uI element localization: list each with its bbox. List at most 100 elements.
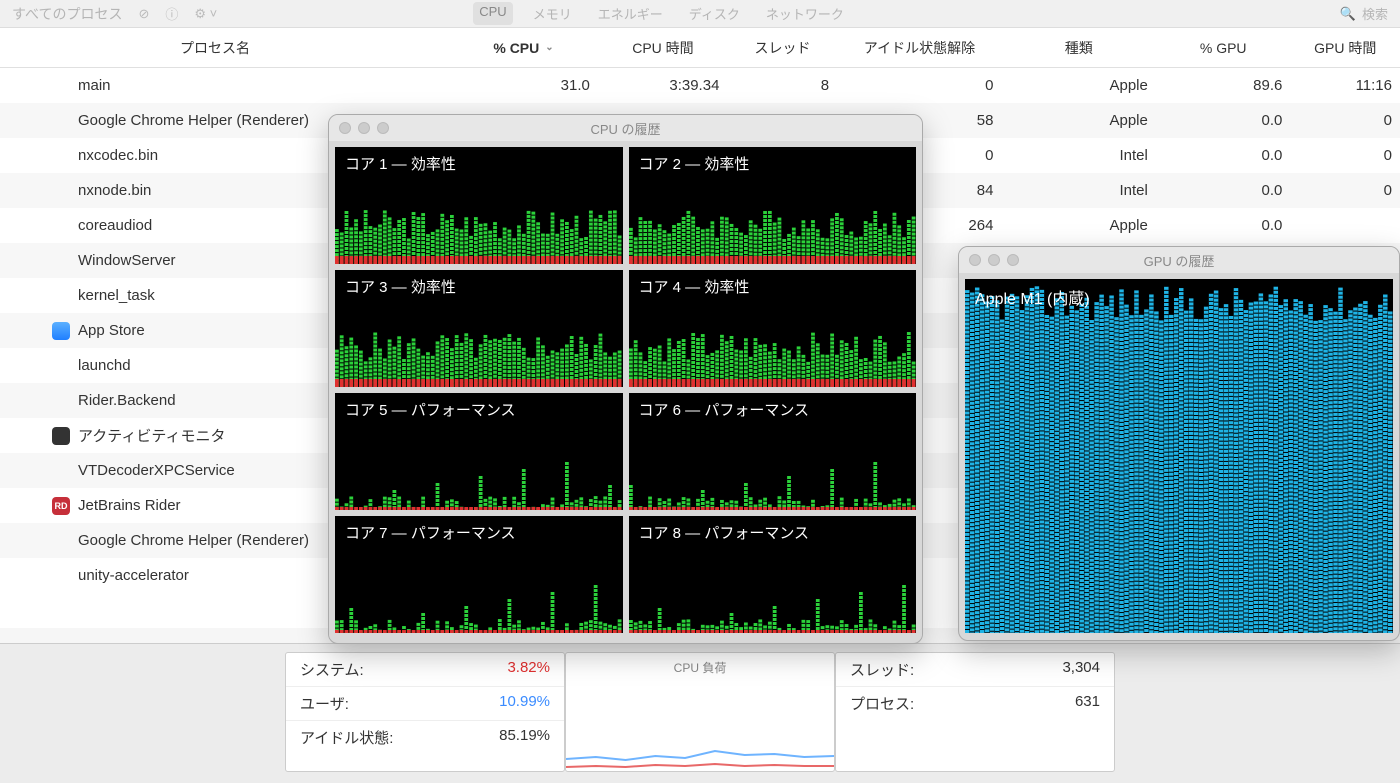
- col-process-name[interactable]: プロセス名: [0, 38, 449, 58]
- app-icon: [52, 532, 70, 550]
- info-icon[interactable]: ⓘ: [165, 4, 178, 23]
- cell-gpu-time: 0: [1290, 112, 1400, 129]
- idle-label: アイドル状態:: [300, 727, 393, 748]
- cell-gpu: 0.0: [1156, 182, 1291, 199]
- window-controls[interactable]: [339, 122, 389, 134]
- process-name: unity-accelerator: [78, 567, 189, 584]
- cpu-core-chart: コア 1 — 効率性: [335, 147, 623, 264]
- window-controls[interactable]: [969, 254, 1019, 266]
- process-name: アクティビティモニタ: [78, 425, 225, 446]
- counts-panel: スレッド:3,304 プロセス:631: [835, 652, 1115, 772]
- search-icon: 🔍: [1340, 6, 1356, 22]
- chevron-down-icon: ⌄: [545, 42, 553, 53]
- tab-bar: CPU メモリ エネルギー ディスク ネットワーク: [473, 2, 850, 25]
- cell-cpu-time: 3:39.34: [598, 77, 728, 94]
- cell-idle: 0: [837, 77, 1001, 94]
- process-name: WindowServer: [78, 252, 176, 269]
- table-row[interactable]: main31.03:39.3480Apple89.611:16: [0, 68, 1400, 103]
- gpu-history-titlebar[interactable]: GPU の履歴: [959, 247, 1399, 273]
- app-icon: [52, 112, 70, 130]
- process-name: App Store: [78, 322, 145, 339]
- tab-network[interactable]: ネットワーク: [760, 2, 850, 25]
- process-scope-label[interactable]: すべてのプロセス: [12, 4, 122, 24]
- cpu-core-chart: コア 2 — 効率性: [629, 147, 917, 264]
- col-gpu-time[interactable]: GPU 時間: [1290, 38, 1400, 58]
- process-name: JetBrains Rider: [78, 497, 181, 514]
- col-kind[interactable]: 種類: [1002, 38, 1156, 58]
- user-label: ユーザ:: [300, 693, 349, 714]
- core-label: コア 3 — 効率性: [345, 276, 456, 297]
- procs-label: プロセス:: [850, 693, 914, 714]
- cell-kind: Apple: [1001, 112, 1155, 129]
- cpu-core-chart: コア 6 — パフォーマンス: [629, 393, 917, 510]
- process-name: nxnode.bin: [78, 182, 151, 199]
- cell-gpu: 0.0: [1156, 147, 1291, 164]
- process-name: coreaudiod: [78, 217, 152, 234]
- app-icon: [52, 77, 70, 95]
- cell-kind: Intel: [1001, 147, 1155, 164]
- process-name: kernel_task: [78, 287, 155, 304]
- core-label: コア 4 — 効率性: [639, 276, 750, 297]
- process-name: main: [78, 77, 111, 94]
- cpu-history-window[interactable]: CPU の履歴 コア 1 — 効率性コア 2 — 効率性コア 3 — 効率性コア…: [328, 114, 923, 644]
- zoom-icon[interactable]: [377, 122, 389, 134]
- app-icon: [52, 427, 70, 445]
- cell-gpu-time: 0: [1290, 182, 1400, 199]
- core-label: コア 7 — パフォーマンス: [345, 522, 516, 543]
- gpu-history-window[interactable]: GPU の履歴 Apple M1 (内蔵): [958, 246, 1400, 641]
- cpu-load-title: CPU 負荷: [566, 653, 834, 682]
- stop-icon[interactable]: ⊘: [138, 6, 149, 22]
- cpu-core-chart: コア 5 — パフォーマンス: [335, 393, 623, 510]
- procs-value: 631: [1075, 693, 1100, 714]
- cpu-history-titlebar[interactable]: CPU の履歴: [329, 115, 922, 141]
- app-icon: [52, 287, 70, 305]
- cpu-core-chart: コア 7 — パフォーマンス: [335, 516, 623, 633]
- col-gpu[interactable]: % GPU: [1156, 40, 1290, 56]
- gear-icon[interactable]: ⚙︎ ˅: [194, 6, 217, 22]
- app-icon: [52, 357, 70, 375]
- cell-gpu: 89.6: [1156, 77, 1291, 94]
- col-cpu[interactable]: % CPU⌄: [449, 40, 598, 56]
- tab-memory[interactable]: メモリ: [527, 2, 578, 25]
- user-value: 10.99%: [499, 693, 550, 714]
- close-icon[interactable]: [339, 122, 351, 134]
- cell-gpu: 0.0: [1156, 217, 1291, 234]
- cell-threads: 8: [727, 77, 837, 94]
- cell-gpu-time: 11:16: [1290, 77, 1400, 94]
- process-name: launchd: [78, 357, 131, 374]
- minimize-icon[interactable]: [358, 122, 370, 134]
- minimize-icon[interactable]: [988, 254, 1000, 266]
- app-icon: [52, 182, 70, 200]
- zoom-icon[interactable]: [1007, 254, 1019, 266]
- cpu-core-chart: コア 3 — 効率性: [335, 270, 623, 387]
- toolbar: すべてのプロセス ⊘ ⓘ ⚙︎ ˅ CPU メモリ エネルギー ディスク ネット…: [0, 0, 1400, 28]
- idle-value: 85.19%: [499, 727, 550, 748]
- cell-gpu: 0.0: [1156, 112, 1291, 129]
- cell-kind: Apple: [1001, 77, 1155, 94]
- close-icon[interactable]: [969, 254, 981, 266]
- cpu-core-chart: コア 4 — 効率性: [629, 270, 917, 387]
- tab-cpu[interactable]: CPU: [473, 2, 512, 25]
- threads-value: 3,304: [1062, 659, 1100, 680]
- process-name: nxcodec.bin: [78, 147, 158, 164]
- app-icon: [52, 462, 70, 480]
- tab-disk[interactable]: ディスク: [683, 2, 746, 25]
- tab-energy[interactable]: エネルギー: [592, 2, 669, 25]
- core-label: コア 2 — 効率性: [639, 153, 750, 174]
- cpu-load-graph: CPU 負荷: [565, 652, 835, 772]
- summary-bar: システム:3.82% ユーザ:10.99% アイドル状態:85.19% CPU …: [0, 643, 1400, 783]
- col-threads[interactable]: スレッド: [728, 38, 838, 58]
- col-idle-wake[interactable]: アイドル状態解除: [837, 38, 1001, 58]
- cpu-stats-panel: システム:3.82% ユーザ:10.99% アイドル状態:85.19%: [285, 652, 565, 772]
- app-icon: [52, 392, 70, 410]
- process-name: Rider.Backend: [78, 392, 176, 409]
- col-cpu-time[interactable]: CPU 時間: [598, 38, 727, 58]
- app-icon: RD: [52, 497, 70, 515]
- app-icon: [52, 147, 70, 165]
- app-icon: [52, 322, 70, 340]
- process-name: Google Chrome Helper (Renderer): [78, 112, 309, 129]
- system-label: システム:: [300, 659, 364, 680]
- cell-kind: Intel: [1001, 182, 1155, 199]
- search-field[interactable]: 🔍 検索: [1340, 4, 1388, 23]
- core-label: コア 8 — パフォーマンス: [639, 522, 810, 543]
